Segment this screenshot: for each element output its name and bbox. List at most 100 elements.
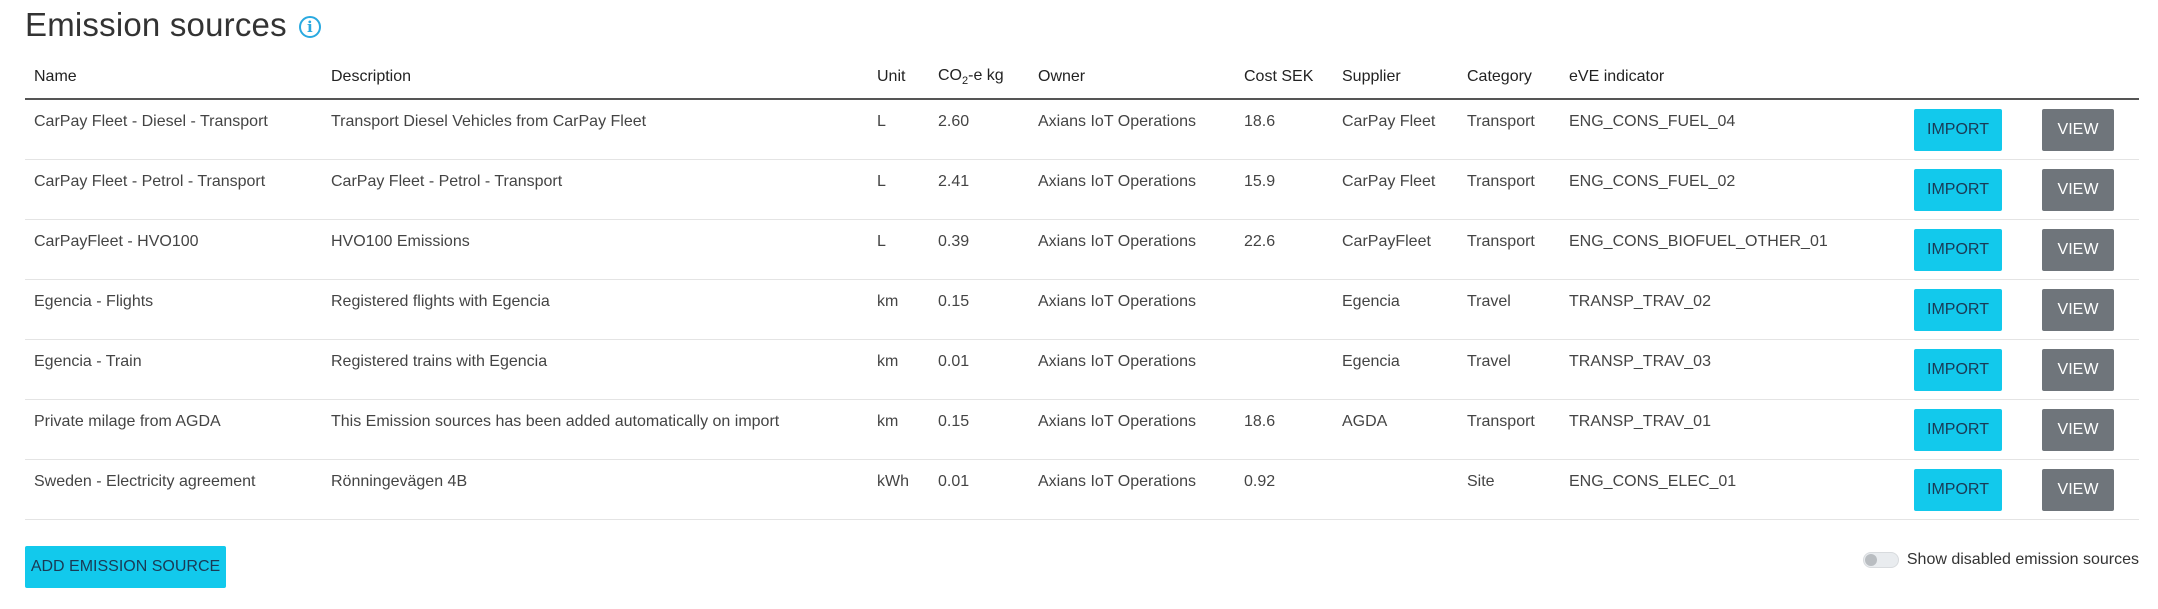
header-co2: CO2-e kg (929, 56, 1029, 100)
cell-name: CarPay Fleet - Diesel - Transport (25, 99, 322, 160)
header-co2-suffix: -e kg (968, 66, 1004, 84)
import-button[interactable]: IMPORT (1914, 408, 2002, 451)
cell-unit: km (868, 339, 929, 400)
cell-unit: L (868, 219, 929, 280)
cell-indicator: ENG_CONS_FUEL_04 (1560, 99, 1905, 160)
cell-co2: 2.41 (929, 159, 1029, 220)
view-button[interactable]: VIEW (2042, 168, 2114, 211)
cell-indicator: ENG_CONS_BIOFUEL_OTHER_01 (1560, 219, 1905, 280)
import-button[interactable]: IMPORT (1914, 468, 2002, 511)
page-title: Emission sources (25, 6, 287, 43)
import-button[interactable]: IMPORT (1914, 288, 2002, 331)
cell-co2: 0.39 (929, 219, 1029, 280)
show-disabled-label: Show disabled emission sources (1906, 551, 2139, 568)
cell-owner: Axians IoT Operations (1029, 159, 1235, 220)
cell-name: Private milage from AGDA (25, 399, 322, 460)
table-row: CarPay Fleet - Petrol - Transport CarPay… (25, 159, 2139, 220)
cell-description: HVO100 Emissions (322, 219, 868, 280)
cell-import: IMPORT (1905, 159, 2033, 220)
cell-category: Transport (1458, 99, 1560, 160)
cell-indicator: ENG_CONS_FUEL_02 (1560, 159, 1905, 220)
cell-category: Transport (1458, 399, 1560, 460)
cell-cost: 18.6 (1235, 99, 1333, 160)
cell-indicator: ENG_CONS_ELEC_01 (1560, 459, 1905, 520)
cell-import: IMPORT (1905, 339, 2033, 400)
cell-supplier: AGDA (1333, 399, 1458, 460)
table-header-row: Name Description Unit CO2-e kg Owner Cos… (25, 56, 2139, 100)
cell-description: Registered flights with Egencia (322, 279, 868, 340)
header-description: Description (322, 56, 868, 100)
view-button[interactable]: VIEW (2042, 109, 2114, 151)
cell-supplier (1333, 459, 1458, 520)
cell-co2: 2.60 (929, 99, 1029, 160)
cell-category: Travel (1458, 279, 1560, 340)
header-unit: Unit (868, 56, 929, 100)
cell-import: IMPORT (1905, 399, 2033, 460)
cell-cost: 15.9 (1235, 159, 1333, 220)
cell-supplier: CarPayFleet (1333, 219, 1458, 280)
view-button[interactable]: VIEW (2042, 228, 2114, 271)
cell-indicator: TRANSP_TRAV_01 (1560, 399, 1905, 460)
table-row: CarPayFleet - HVO100 HVO100 Emissions L … (25, 219, 2139, 280)
show-disabled-toggle[interactable] (1862, 552, 1899, 568)
import-button[interactable]: IMPORT (1914, 109, 2002, 151)
table-row: Egencia - Train Registered trains with E… (25, 339, 2139, 400)
cell-indicator: TRANSP_TRAV_02 (1560, 279, 1905, 340)
cell-name: Egencia - Flights (25, 279, 322, 340)
cell-owner: Axians IoT Operations (1029, 279, 1235, 340)
add-emission-source-button[interactable]: ADD EMISSION SOURCE (25, 546, 226, 588)
cell-unit: L (868, 159, 929, 220)
cell-supplier: Egencia (1333, 279, 1458, 340)
cell-owner: Axians IoT Operations (1029, 99, 1235, 160)
import-button[interactable]: IMPORT (1914, 348, 2002, 391)
cell-co2: 0.01 (929, 459, 1029, 520)
cell-co2: 0.01 (929, 339, 1029, 400)
table-row: Sweden - Electricity agreement Rönningev… (25, 459, 2139, 520)
cell-cost (1235, 279, 1333, 340)
cell-cost: 22.6 (1235, 219, 1333, 280)
cell-indicator: TRANSP_TRAV_03 (1560, 339, 1905, 400)
view-button[interactable]: VIEW (2042, 348, 2114, 391)
header-indicator: eVE indicator (1560, 56, 1905, 100)
header-co2-prefix: CO (938, 66, 962, 84)
cell-supplier: Egencia (1333, 339, 1458, 400)
cell-import: IMPORT (1905, 219, 2033, 280)
info-icon[interactable]: i (298, 16, 321, 38)
table-row: Egencia - Flights Registered flights wit… (25, 279, 2139, 340)
cell-owner: Axians IoT Operations (1029, 399, 1235, 460)
cell-unit: km (868, 399, 929, 460)
table-row: CarPay Fleet - Diesel - Transport Transp… (25, 99, 2139, 160)
emission-sources-page: Emission sources i Name Description Unit… (0, 0, 2158, 609)
cell-description: Rönningevägen 4B (322, 459, 868, 520)
cell-view: VIEW (2033, 99, 2139, 160)
cell-supplier: CarPay Fleet (1333, 99, 1458, 160)
toggle-knob (1864, 554, 1877, 566)
cell-cost: 0.92 (1235, 459, 1333, 520)
cell-owner: Axians IoT Operations (1029, 219, 1235, 280)
cell-category: Travel (1458, 339, 1560, 400)
show-disabled-toggle-row: Show disabled emission sources (1862, 551, 2139, 569)
header-import-column (1905, 56, 2033, 100)
cell-category: Transport (1458, 159, 1560, 220)
view-button[interactable]: VIEW (2042, 408, 2114, 451)
view-button[interactable]: VIEW (2042, 468, 2114, 511)
cell-name: Egencia - Train (25, 339, 322, 400)
cell-view: VIEW (2033, 159, 2139, 220)
view-button[interactable]: VIEW (2042, 288, 2114, 331)
cell-import: IMPORT (1905, 279, 2033, 340)
cell-import: IMPORT (1905, 99, 2033, 160)
cell-import: IMPORT (1905, 459, 2033, 520)
header-category: Category (1458, 56, 1560, 100)
cell-category: Transport (1458, 219, 1560, 280)
page-header: Emission sources i (25, 6, 321, 44)
cell-view: VIEW (2033, 279, 2139, 340)
header-view-column (2033, 56, 2139, 100)
cell-description: This Emission sources has been added aut… (322, 399, 868, 460)
import-button[interactable]: IMPORT (1914, 228, 2002, 271)
cell-cost: 18.6 (1235, 399, 1333, 460)
header-cost: Cost SEK (1235, 56, 1333, 100)
import-button[interactable]: IMPORT (1914, 168, 2002, 211)
cell-unit: kWh (868, 459, 929, 520)
cell-category: Site (1458, 459, 1560, 520)
cell-view: VIEW (2033, 219, 2139, 280)
